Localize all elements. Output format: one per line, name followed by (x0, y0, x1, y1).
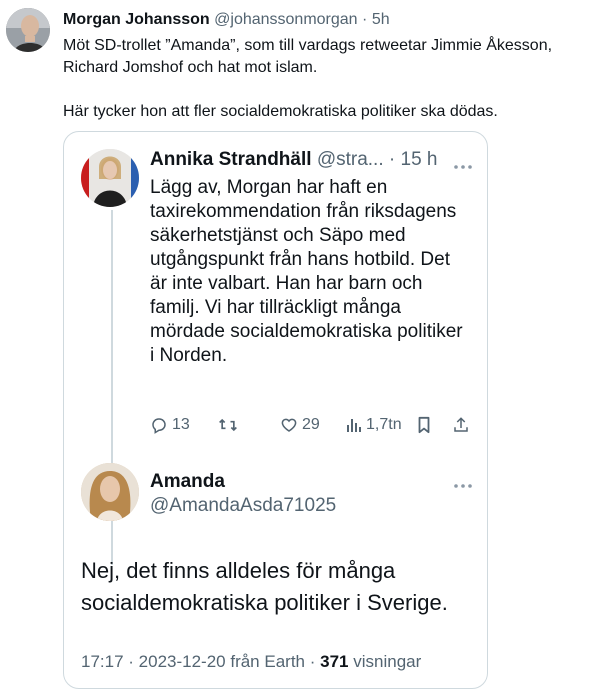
bookmark-button[interactable] (416, 415, 432, 435)
outer-tweet-header: Morgan Johansson @johanssonmorgan · 5h (63, 10, 390, 30)
like-count: 29 (302, 416, 320, 433)
more-horizontal-icon[interactable] (453, 478, 473, 489)
quoted-tweet-header: Annika Strandhäll @stra... · 15 h (150, 149, 437, 171)
annika-avatar[interactable] (81, 149, 139, 207)
outer-time[interactable]: 5h (372, 11, 390, 28)
separator: · (362, 11, 368, 28)
quoted-time[interactable]: 15 h (401, 149, 438, 170)
separator: · (388, 149, 396, 170)
views-button[interactable]: 1,7tn (346, 415, 402, 435)
outer-text-paragraph-1: Möt SD-trollet ”Amanda”, som till vardag… (63, 37, 553, 76)
views-icon (346, 417, 362, 433)
bookmark-icon (416, 416, 432, 434)
screenshot: Morgan Johansson @johanssonmorgan · 5h M… (0, 0, 596, 694)
reply-author-name[interactable]: Amanda (150, 471, 225, 493)
outer-author-handle[interactable]: @johanssonmorgan (214, 11, 357, 28)
reply-tweet-text: Nej, det finns alldeles för många social… (81, 558, 448, 615)
like-button[interactable]: 29 (280, 415, 320, 435)
more-horizontal-icon[interactable] (453, 159, 473, 170)
quoted-tweet-card[interactable]: Annika Strandhäll @stra... · 15 h Lägg a… (63, 131, 488, 689)
outer-tweet-text: Möt SD-trollet ”Amanda”, som till vardag… (63, 35, 588, 123)
reply-count: 13 (172, 416, 190, 433)
reply-time[interactable]: 17:17 (81, 652, 124, 671)
reply-author-handle[interactable]: @AmandaAsda71025 (150, 494, 336, 518)
reply-icon (150, 416, 168, 434)
amanda-avatar[interactable] (81, 463, 139, 521)
morgan-avatar[interactable] (6, 8, 50, 52)
quoted-author-name[interactable]: Annika Strandhäll (150, 149, 312, 170)
share-icon (452, 416, 470, 434)
reply-button[interactable]: 13 (150, 415, 190, 435)
quoted-tweet-text: Lägg av, Morgan har haft en taxirekommen… (150, 177, 463, 366)
reply-meta: 17:17 · 2023-12-20 från Earth · 371 visn… (81, 651, 421, 673)
share-button[interactable] (452, 415, 470, 435)
outer-text-paragraph-2: Här tycker hon att fler socialdemokratis… (63, 103, 498, 120)
heart-icon (280, 416, 298, 434)
reply-date-source: · 2023-12-20 från Earth · (128, 652, 316, 671)
quoted-author-handle[interactable]: @stra... (317, 149, 384, 170)
quoted-actions-bar: 13 29 1,7tn (148, 415, 468, 435)
reply-views-label: visningar (353, 652, 422, 671)
retweet-button[interactable] (218, 415, 238, 435)
views-count: 1,7tn (366, 416, 402, 433)
reply-views-count: 371 (320, 652, 349, 671)
retweet-icon (218, 416, 238, 434)
outer-author-name[interactable]: Morgan Johansson (63, 11, 210, 28)
